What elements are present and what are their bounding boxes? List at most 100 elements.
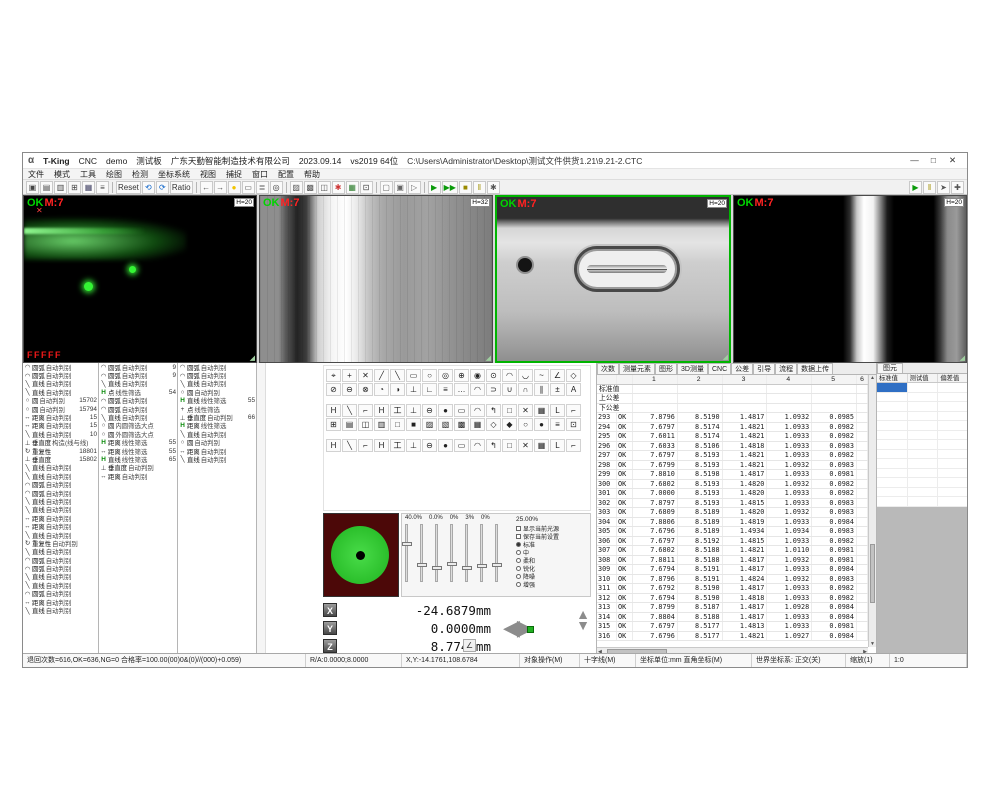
tool-icon[interactable]: ∥ [534,383,549,396]
element-list-item[interactable]: ╲直线自动判别 [23,380,98,388]
detail-row[interactable] [877,393,968,403]
tool-icon[interactable]: ◇ [566,369,581,382]
table-row[interactable]: 293OK7.87968.51901.48171.09320.0985 [597,413,868,423]
table-row[interactable]: 301OK7.00008.51931.48201.09330.0982 [597,489,868,499]
detail-row[interactable] [877,469,968,479]
element-list-item[interactable]: ◠圆弧自动判别 [23,489,98,497]
element-list-item[interactable]: ╲直线自动判别 [23,388,98,396]
element-list-item[interactable]: ○圆自动判别15794 [23,405,98,413]
element-list-item[interactable]: ◠圆弧自动判别 [23,371,98,379]
element-list-item[interactable]: ↔距离线性筛选55 [99,447,177,455]
table-row[interactable]: 312OK7.67948.51901.48181.09330.0982 [597,594,868,604]
menu-item-0[interactable]: 文件 [23,169,49,180]
tool-icon[interactable]: ▦ [534,404,549,417]
tool-icon[interactable]: ⌐ [358,439,373,452]
tool-icon[interactable]: ◑ [390,383,405,396]
element-list-item[interactable]: ↔距离自动判别 [23,522,98,530]
element-list-item[interactable]: ◠圆弧自动判别 [23,363,98,371]
light-radio[interactable]: 降噪 [516,572,588,580]
tool-icon[interactable]: ▤ [342,418,357,431]
table-row[interactable]: 314OK7.88048.51881.48171.09330.0984 [597,613,868,623]
table-row[interactable]: 310OK7.87968.51911.48241.09320.0983 [597,575,868,585]
element-list-item[interactable]: ╲直线自动判别 [178,380,256,388]
tool-icon[interactable]: ◎ [438,369,453,382]
table-row[interactable]: 311OK7.67928.51901.48171.09330.0982 [597,584,868,594]
table-pre-row[interactable]: 下公差 [597,404,868,414]
toolbar-window-all[interactable]: ▦ [82,181,95,194]
tool-icon[interactable]: ⌐ [566,439,581,452]
tool-icon[interactable]: H [326,404,341,417]
scroll-thumb[interactable] [870,544,875,604]
toolbar-window-layout[interactable]: ▣ [26,181,39,194]
element-list-item[interactable]: ╲直线自动判别 [99,413,177,421]
toolbar-layers[interactable]: ≣ [256,181,269,194]
light-radio[interactable]: 中 [516,548,588,556]
light-checkbox[interactable]: 显示当前光源 [516,524,588,532]
camera-view-4[interactable]: OKM:7 H=20 ◢ [733,195,967,363]
table-row[interactable]: 299OK7.88108.51981.48171.09330.0981 [597,470,868,480]
tool-icon[interactable]: ⌐ [566,404,581,417]
tool-icon[interactable]: ○ [518,418,533,431]
light-checkbox[interactable]: 保存当前设置 [516,532,588,540]
focus-target-widget[interactable] [323,513,399,597]
element-list-item[interactable]: ⊥垂直度自动判别66 [178,413,256,421]
toolbar-send[interactable]: ➤ [937,181,950,194]
menu-item-10[interactable]: 帮助 [299,169,325,180]
detail-row[interactable] [877,478,968,488]
detail-row[interactable] [877,459,968,469]
menu-item-8[interactable]: 窗口 [247,169,273,180]
toolbar-view-b[interactable]: ▣ [394,181,407,194]
element-list-item[interactable]: H直线线性筛选65 [99,455,177,463]
resize-grip-icon[interactable]: ◢ [960,354,965,362]
table-row[interactable]: 298OK7.67998.51931.48211.09320.0983 [597,461,868,471]
element-list-item[interactable]: ╲直线自动判别 [99,380,177,388]
tool-icon[interactable]: ≡ [550,418,565,431]
toolbar-roi[interactable]: ⊡ [360,181,373,194]
menu-item-6[interactable]: 视图 [195,169,221,180]
tool-icon[interactable]: H [374,404,389,417]
tool-icon[interactable]: ╲ [342,439,357,452]
tool-icon[interactable]: L [550,439,565,452]
element-list-item[interactable]: ◠圆弧自动判别 [23,480,98,488]
element-list-item[interactable]: ╲直线自动判别 [23,497,98,505]
detail-row[interactable] [877,488,968,498]
resize-grip-icon[interactable]: ◢ [486,354,491,362]
tool-icon[interactable]: ▧ [438,418,453,431]
element-list-item[interactable]: ⊥垂直度构造(线与线) [23,439,98,447]
angle-button[interactable]: ∠ [463,639,476,652]
light-radio[interactable]: 柔和 [516,556,588,564]
light-radio[interactable]: 锐化 [516,564,588,572]
element-list-item[interactable]: ↔距离自动判别 [99,472,177,480]
tool-icon[interactable]: … [454,383,469,396]
table-pre-row[interactable]: 标准值 [597,385,868,395]
tool-icon[interactable]: □ [502,439,517,452]
element-list-item[interactable]: ○圆自动判别15702 [23,397,98,405]
element-list-item[interactable]: ╲直线自动判别 [178,455,256,463]
toolbar-arrow-right[interactable]: → [214,181,227,194]
table-row[interactable]: 309OK7.67948.51911.48171.09330.0984 [597,565,868,575]
light-radio[interactable]: 增强 [516,580,588,588]
table-tab-6[interactable]: 引导 [753,363,775,374]
light-slider[interactable] [465,524,468,582]
table-tab-1[interactable]: 测量元素 [619,363,655,374]
table-row[interactable]: 303OK7.68098.51891.48201.09320.0983 [597,508,868,518]
tool-icon[interactable]: ⊗ [358,383,373,396]
table-row[interactable]: 313OK7.87998.51871.48171.09280.0984 [597,603,868,613]
detail-row[interactable] [877,412,968,422]
table-vertical-scrollbar[interactable]: ▲▼ [868,375,876,647]
element-list-item[interactable]: ○圆内圆筛选大点 [99,422,177,430]
tool-icon[interactable]: ◉ [470,369,485,382]
detail-row[interactable] [877,431,968,441]
tool-icon[interactable]: ╲ [390,369,405,382]
tool-icon[interactable]: ▦ [470,418,485,431]
camera-view-2[interactable]: OKM:7 H=32 ◢ [259,195,493,363]
tool-icon[interactable]: ↰ [486,439,501,452]
tool-icon[interactable]: ∟ [422,383,437,396]
tool-icon[interactable]: ⊥ [406,404,421,417]
menu-item-5[interactable]: 坐标系统 [153,169,195,180]
toolbar-step[interactable]: ▷ [408,181,421,194]
tool-icon[interactable]: ~ [534,369,549,382]
element-list-item[interactable]: ╲直线自动判别 [23,606,98,614]
tool-icon[interactable]: ▨ [422,418,437,431]
table-row[interactable]: 305OK7.67968.51891.49341.09340.0983 [597,527,868,537]
